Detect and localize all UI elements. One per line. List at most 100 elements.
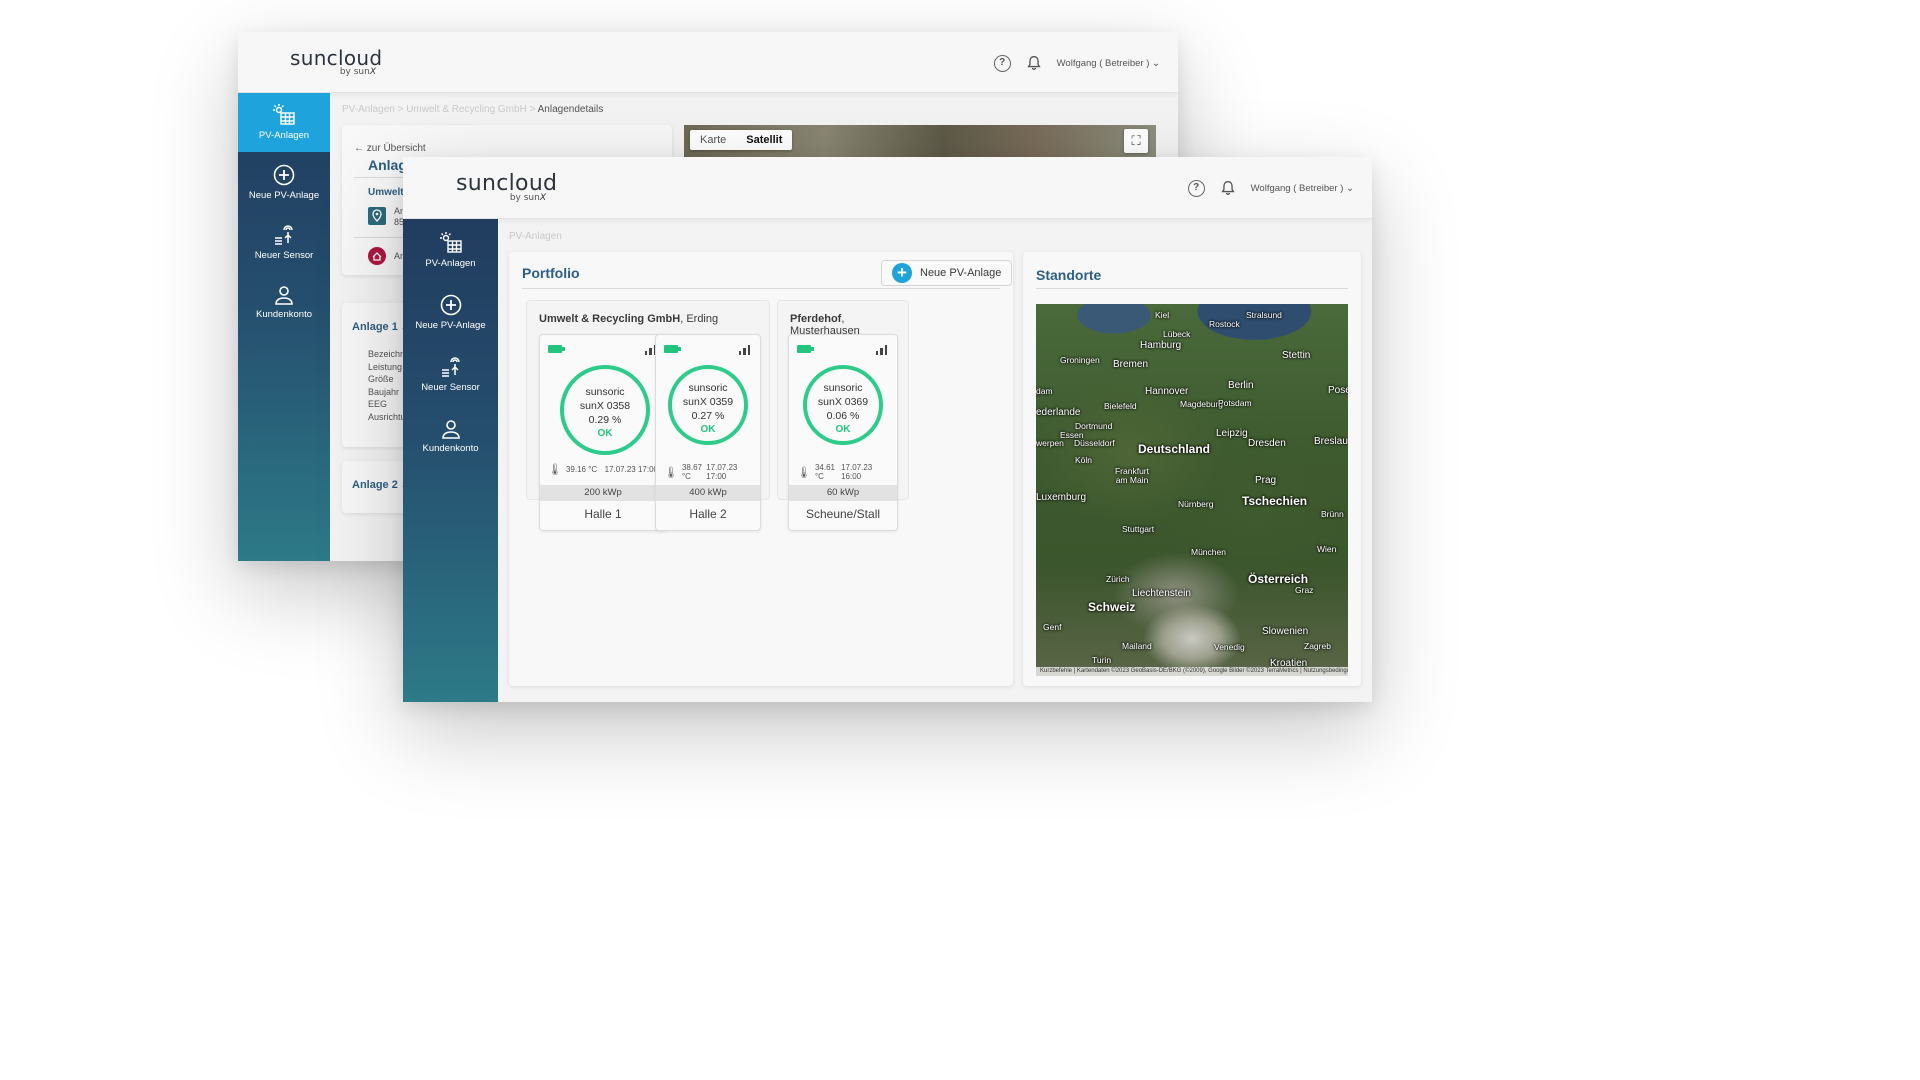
portfolio-title: Portfolio [522, 265, 580, 281]
sensor-brand: sunsoric [688, 382, 728, 394]
map-attribution[interactable]: Kurzbefehle | Kartendaten ©2023 GeoBasis… [1036, 667, 1348, 676]
nav-neuer-sensor[interactable]: Neuer Sensor [403, 343, 498, 405]
user-icon [441, 419, 460, 439]
logo-by: by sun [339, 67, 370, 77]
anlage1-title[interactable]: Anlage 1 ⌄ [352, 321, 408, 333]
map-label: werpen [1036, 438, 1064, 448]
field-label: Größe [368, 374, 394, 384]
back-top-right: ? Wolfgang ( Betreiber ) ⌄ [993, 54, 1160, 72]
map-label: Breslau [1314, 436, 1348, 447]
back-map[interactable]: Karte Satellit ⛶ [684, 125, 1156, 157]
front-top-right: ? Wolfgang ( Betreiber ) ⌄ [1187, 179, 1354, 197]
bell-icon[interactable] [1219, 179, 1237, 197]
back-sidebar: PV-Anlagen Neue PV-Anlage Neuer Sensor K… [238, 93, 330, 561]
sensor-brand: sunsoric [823, 382, 863, 394]
sensor-status: OK [700, 424, 716, 435]
map-label: Dresden [1248, 438, 1286, 449]
front-logo[interactable]: suncloud by sunX [456, 171, 557, 205]
map-label: Tschechien [1242, 494, 1308, 508]
status-ring: sunsoric sunX 0369 0.06 % OK [803, 365, 883, 445]
map-label: Zagreb [1304, 641, 1331, 651]
map-label: Hannover [1145, 386, 1189, 397]
map-label: Brünn [1321, 509, 1344, 519]
site-title: Umwelt & Recycling GmbH, Erding [539, 313, 719, 325]
map-label: Prag [1255, 475, 1277, 486]
map-label: Turin [1092, 655, 1112, 665]
front-window: suncloud by sunX ? Wolfgang ( Betreiber … [403, 157, 1372, 702]
anlage2-title[interactable]: Anlage 2 ⌄ [352, 479, 408, 491]
help-icon[interactable]: ? [993, 54, 1011, 72]
map-label: Köln [1075, 455, 1093, 465]
sensor-temp: 38.67 °C [681, 463, 702, 481]
contact-icon [368, 247, 386, 265]
sensor-icon [275, 224, 293, 245]
signal-icon [738, 343, 750, 355]
sensor-pct: 0.29 % [588, 414, 622, 426]
map-label: Wien [1317, 544, 1337, 554]
map-tab-satellit[interactable]: Satellit [736, 130, 792, 150]
help-icon[interactable]: ? [1187, 179, 1205, 197]
map-label: ederlande [1036, 407, 1081, 418]
standorte-title: Standorte [1036, 267, 1102, 283]
field-label: Leistung [368, 361, 403, 372]
nav-neue-pv-anlage[interactable]: Neue PV-Anlage [403, 281, 498, 343]
front-sidebar: PV-Anlagen Neue PV-Anlage Neuer Sensor K… [403, 219, 498, 702]
user-menu[interactable]: Wolfgang ( Betreiber ) ⌄ [1057, 58, 1160, 69]
user-menu[interactable]: Wolfgang ( Betreiber ) ⌄ [1251, 183, 1354, 194]
sensor-card[interactable]: sunsoric sunX 0369 0.06 % OK 🌡 34.61 °C 1… [788, 334, 898, 531]
logo-x: X [369, 67, 376, 77]
fullscreen-icon[interactable]: ⛶ [1124, 129, 1148, 153]
sensor-model: sunX 0359 [682, 396, 734, 408]
sensor-card[interactable]: sunsoric sunX 0359 0.27 % OK 🌡 38.67 °C 1… [655, 334, 761, 531]
sensor-name: Halle 2 [689, 507, 727, 521]
thermometer-icon: 🌡 [797, 466, 811, 479]
sensor-time: 17.07.23 17:00 [604, 465, 658, 474]
map-label: Österreich [1248, 572, 1309, 586]
map-label: Deutschland [1138, 442, 1211, 456]
back-link[interactable]: ← zur Übersicht [354, 143, 426, 154]
map-label: Berlin [1228, 380, 1254, 391]
status-ring: sunsoric sunX 0358 0.29 % OK [560, 365, 650, 455]
map-label: Schweiz [1088, 600, 1136, 614]
sensor-pct: 0.06 % [826, 410, 860, 422]
nav-kundenkonto[interactable]: Kundenkonto [403, 405, 498, 467]
add-button-label: Neue PV-Anlage [920, 267, 1002, 279]
back-logo[interactable]: suncloud by sunX [290, 46, 382, 78]
sensor-name: Halle 1 [584, 507, 622, 521]
sensor-kwp: 200 kWp [540, 485, 666, 501]
sensor-kwp: 400 kWp [656, 485, 760, 501]
sensor-time: 17.07.23 16:00 [841, 463, 873, 481]
location-pin-icon [368, 207, 386, 225]
thermometer-icon: 🌡 [664, 466, 678, 479]
map-label: Posen [1328, 385, 1348, 396]
add-pv-anlage-button[interactable]: + Neue PV-Anlage [881, 260, 1013, 286]
standorte-card: Standorte Kiel Rostock Stralsund Lübeck … [1023, 252, 1361, 686]
bell-icon[interactable] [1025, 54, 1043, 72]
map-label: Nürnberg [1178, 499, 1214, 509]
field-label: Baujahr [368, 386, 400, 397]
locations-map[interactable]: Kiel Rostock Stralsund Lübeck Groningen … [1036, 304, 1348, 676]
map-tab-karte[interactable]: Karte [690, 130, 736, 150]
nav-kundenkonto[interactable]: Kundenkonto [238, 272, 330, 332]
map-type-toggle[interactable]: Karte Satellit [690, 130, 793, 150]
battery-icon [664, 345, 681, 353]
back-breadcrumb: PV-Anlagen > Umwelt & Recycling GmbH > A… [342, 104, 604, 115]
nav-neue-pv-anlage[interactable]: Neue PV-Anlage [238, 152, 330, 212]
sensor-model: sunX 0358 [579, 400, 631, 412]
plus-icon: + [892, 263, 912, 283]
portfolio-card: Portfolio + Neue PV-Anlage Umwelt & Recy… [509, 252, 1013, 686]
site-group: Pferdehof, Musterhausen sunsoric sunX 03… [777, 300, 909, 531]
site-group: Umwelt & Recycling GmbH, Erding sunsoric… [526, 300, 770, 531]
sensor-status: OK [835, 424, 851, 435]
sensor-card[interactable]: sunsoric sunX 0358 0.29 % OK 🌡 39.16 °C 1… [539, 334, 667, 531]
front-breadcrumb[interactable]: PV-Anlagen [509, 231, 562, 242]
nav-neuer-sensor[interactable]: Neuer Sensor [238, 212, 330, 272]
map-label: Frankfurt am Main [1114, 466, 1149, 485]
nav-pv-anlagen[interactable]: PV-Anlagen [238, 93, 330, 152]
map-label: Mailand [1122, 641, 1152, 651]
map-label: Luxemburg [1036, 492, 1087, 503]
plus-circle-icon [440, 294, 461, 315]
nav-pv-anlagen[interactable]: PV-Anlagen [403, 219, 498, 281]
status-ring: sunsoric sunX 0359 0.27 % OK [668, 365, 748, 445]
field-label: EEG [368, 399, 388, 409]
